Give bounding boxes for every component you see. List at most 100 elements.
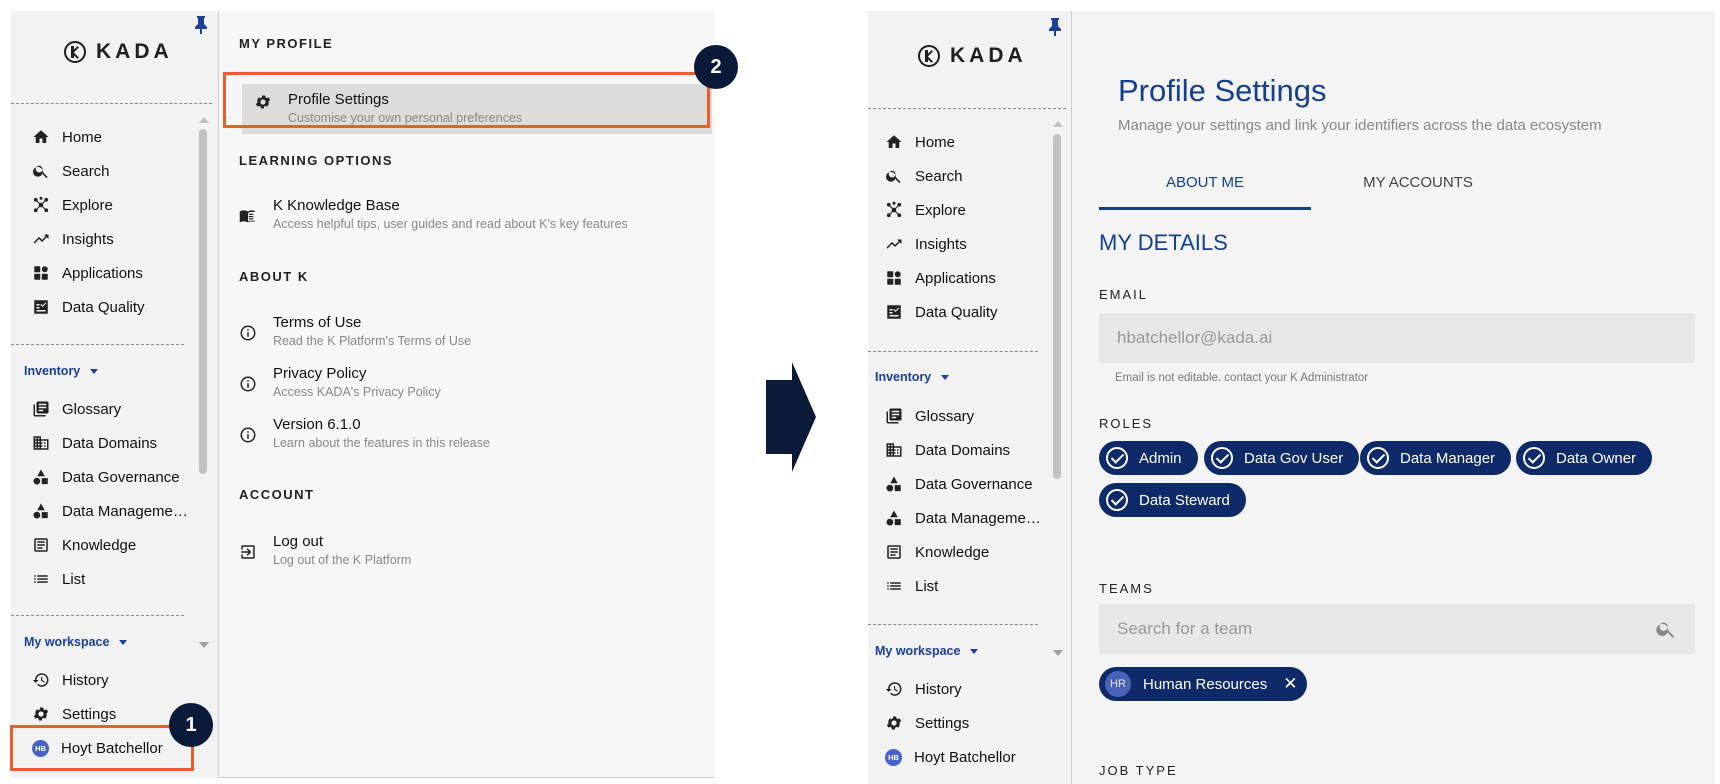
inventory-section-toggle[interactable]: Inventory	[24, 364, 99, 378]
explore-icon	[32, 196, 50, 214]
menu-item-log-out[interactable]: Log out Log out of the K Platform	[239, 533, 411, 569]
scroll-down-arrow[interactable]	[199, 642, 209, 648]
insights-icon	[885, 235, 903, 253]
scroll-up-arrow[interactable]	[199, 117, 209, 123]
team-chip: HR Human Resources ✕	[1099, 667, 1308, 701]
menu-item-knowledge-base[interactable]: K Knowledge Base Access helpful tips, us…	[239, 197, 628, 233]
menu-item-privacy-policy[interactable]: Privacy Policy Access KADA's Privacy Pol…	[239, 365, 441, 401]
teams-label: TEAMS	[1099, 581, 1154, 596]
role-chip-label: Admin	[1139, 449, 1182, 467]
sidebar-item-glossary[interactable]: Glossary	[32, 396, 121, 422]
workspace-section-toggle[interactable]: My workspace	[24, 635, 128, 649]
sidebar-item-home[interactable]: Home	[32, 124, 102, 150]
sidebar-item-knowledge[interactable]: Knowledge	[885, 539, 989, 565]
sidebar-item-data-governance[interactable]: Data Governance	[32, 464, 180, 490]
sidebar-item-label: Data Manageme…	[915, 509, 1041, 527]
next-step-arrow-icon	[766, 362, 816, 472]
sidebar-item-label: Data Domains	[915, 441, 1011, 459]
sidebar-item-search[interactable]: Search	[885, 163, 963, 189]
sidebar-item-insights[interactable]: Insights	[885, 231, 967, 257]
caret-down-icon	[941, 374, 950, 380]
step-badge-1: 1	[169, 703, 213, 747]
kada-logo-icon	[918, 45, 940, 67]
sidebar-item-data-domains[interactable]: Data Domains	[32, 430, 157, 456]
search-icon	[32, 162, 50, 180]
pin-icon[interactable]	[1048, 18, 1062, 36]
sidebar-item-data-quality[interactable]: Data Quality	[885, 299, 998, 325]
menu-section-heading: ABOUT K	[239, 269, 309, 284]
sidebar-item-search[interactable]: Search	[32, 158, 110, 184]
insights-icon	[32, 230, 50, 248]
info-icon	[239, 375, 257, 393]
sidebar-item-settings[interactable]: Settings	[885, 710, 969, 736]
team-avatar: HR	[1105, 671, 1131, 697]
sidebar-item-data-quality[interactable]: Data Quality	[32, 294, 145, 320]
scroll-down-arrow[interactable]	[1053, 650, 1063, 656]
sidebar-item-label: Knowledge	[915, 543, 990, 561]
check-circle-icon	[1523, 447, 1545, 469]
scroll-up-arrow[interactable]	[1053, 121, 1063, 127]
glossary-icon	[885, 407, 903, 425]
roles-label: ROLES	[1099, 416, 1154, 431]
sidebar-item-knowledge[interactable]: Knowledge	[32, 532, 136, 558]
workspace-section-toggle[interactable]: My workspace	[875, 644, 979, 658]
sidebar-item-label: History	[62, 671, 109, 689]
role-chip: Data Gov User	[1204, 441, 1360, 475]
tab-my-accounts[interactable]: MY ACCOUNTS	[1312, 174, 1524, 204]
sidebar-item-data-management[interactable]: Data Manageme…	[885, 505, 1041, 531]
sidebar-item-history[interactable]: History	[885, 676, 962, 702]
sidebar-item-label: Settings	[62, 705, 117, 723]
role-chip: Data Manager	[1360, 441, 1512, 475]
close-icon[interactable]: ✕	[1283, 674, 1297, 694]
menu-item-terms-of-use[interactable]: Terms of Use Read the K Platform's Terms…	[239, 314, 471, 350]
role-chip-label: Data Manager	[1400, 449, 1496, 467]
sidebar-item-list[interactable]: List	[32, 566, 85, 592]
sidebar-item-label: Data Quality	[915, 303, 998, 321]
sidebar-item-data-management[interactable]: Data Manageme…	[32, 498, 188, 524]
sidebar-item-data-governance[interactable]: Data Governance	[885, 471, 1033, 497]
workspace-label: My workspace	[875, 644, 961, 658]
data-domains-icon	[32, 434, 50, 452]
sidebar-item-label: Search	[915, 167, 963, 185]
menu-item-subtitle: Access helpful tips, user guides and rea…	[273, 217, 628, 231]
scrollbar-thumb[interactable]	[199, 129, 207, 474]
sidebar-item-data-domains[interactable]: Data Domains	[885, 437, 1010, 463]
sidebar-item-list[interactable]: List	[885, 573, 938, 599]
menu-item-version[interactable]: Version 6.1.0 Learn about the features i…	[239, 416, 490, 452]
data-domains-icon	[885, 441, 903, 459]
pin-icon[interactable]	[194, 16, 208, 34]
sidebar-item-applications[interactable]: Applications	[885, 265, 996, 291]
sidebar-item-label: Settings	[915, 714, 970, 732]
sidebar-item-applications[interactable]: Applications	[32, 260, 143, 286]
home-icon	[885, 133, 903, 151]
sidebar-item-label: Data Domains	[62, 434, 158, 452]
highlight-user-profile	[10, 725, 194, 771]
user-name: Hoyt Batchellor	[914, 748, 1016, 766]
search-icon	[885, 167, 903, 185]
menu-item-title: Version 6.1.0	[273, 416, 361, 433]
info-icon	[239, 324, 257, 342]
inventory-section-toggle[interactable]: Inventory	[875, 370, 950, 384]
sidebar-item-label: Glossary	[915, 407, 975, 425]
sidebar-item-explore[interactable]: Explore	[885, 197, 966, 223]
sidebar-item-explore[interactable]: Explore	[32, 192, 113, 218]
page-title: Profile Settings	[1118, 73, 1327, 108]
search-icon[interactable]	[1655, 618, 1677, 640]
sidebar-item-insights[interactable]: Insights	[32, 226, 114, 252]
tab-about-me[interactable]: ABOUT ME	[1099, 174, 1311, 210]
sidebar-item-settings[interactable]: Settings	[32, 701, 116, 727]
sidebar-item-home[interactable]: Home	[885, 129, 955, 155]
scrollbar-thumb[interactable]	[1053, 134, 1061, 479]
knowledge-icon	[885, 543, 903, 561]
user-profile-button[interactable]: HB Hoyt Batchellor	[885, 744, 1016, 770]
divider	[11, 615, 184, 616]
check-circle-icon	[1211, 447, 1233, 469]
sidebar-item-history[interactable]: History	[32, 667, 109, 693]
sidebar-item-glossary[interactable]: Glossary	[885, 403, 974, 429]
data-quality-icon	[885, 303, 903, 321]
team-search-input[interactable]: Search for a team	[1099, 604, 1695, 654]
sidebar-item-label: Home	[915, 133, 956, 151]
kada-logo-icon	[64, 41, 86, 63]
divider	[868, 351, 1038, 352]
section-title: MY DETAILS	[1099, 230, 1228, 255]
